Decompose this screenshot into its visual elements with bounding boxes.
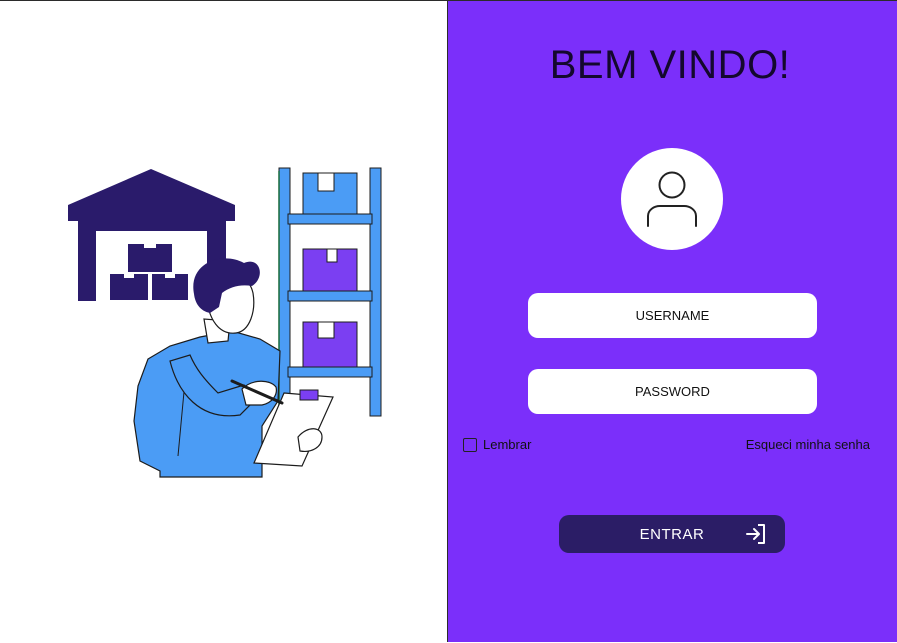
illustration-panel bbox=[0, 0, 447, 642]
remember-checkbox[interactable] bbox=[463, 437, 477, 452]
forgot-password-link[interactable]: Esqueci minha senha bbox=[746, 437, 870, 452]
warehouse-worker-illustration bbox=[68, 167, 382, 478]
remember-option[interactable]: Lembrar bbox=[463, 437, 531, 452]
shelf-box-bottom bbox=[302, 321, 358, 368]
shelf-box-top bbox=[302, 172, 358, 215]
remember-label: Lembrar bbox=[483, 437, 532, 452]
avatar bbox=[621, 148, 723, 250]
sign-in-icon bbox=[746, 524, 765, 544]
page-title: BEM VINDO! bbox=[549, 43, 791, 87]
username-input[interactable] bbox=[528, 293, 817, 338]
password-input[interactable] bbox=[528, 369, 817, 414]
shelf-box-middle bbox=[302, 248, 358, 292]
user-icon bbox=[647, 171, 697, 227]
enter-button-label: ENTRAR bbox=[639, 525, 705, 543]
login-panel: BEM VINDO! Lembrar Esqueci minha senha E… bbox=[447, 0, 897, 642]
enter-button[interactable]: ENTRAR bbox=[559, 515, 785, 553]
